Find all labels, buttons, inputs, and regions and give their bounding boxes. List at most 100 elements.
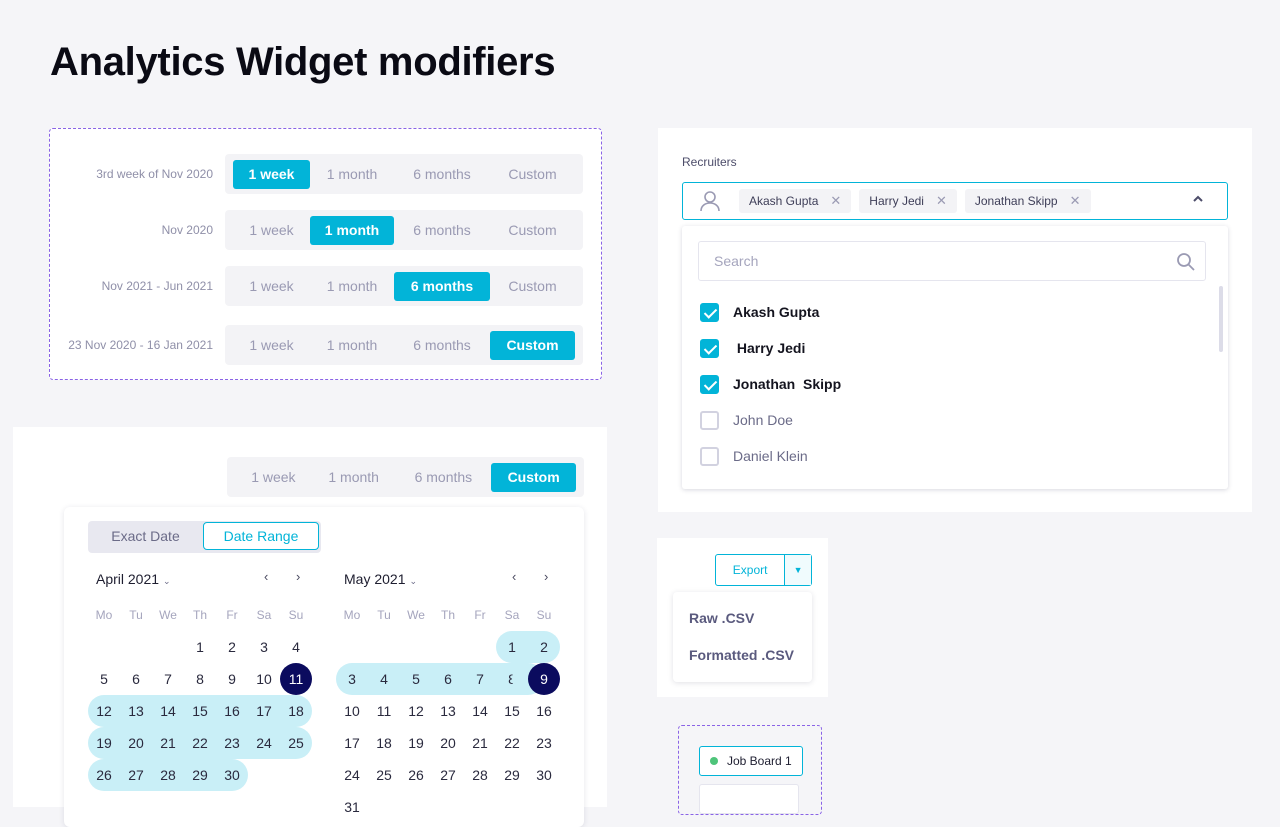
period-option-1-week[interactable]: 1 week bbox=[233, 159, 310, 189]
day-cell[interactable]: 14 bbox=[152, 695, 184, 727]
dropdown-scrollbar[interactable] bbox=[1219, 286, 1223, 352]
day-cell[interactable]: 17 bbox=[248, 695, 280, 727]
day-cell[interactable]: 29 bbox=[496, 759, 528, 791]
day-cell[interactable]: 13 bbox=[120, 695, 152, 727]
recruiter-option[interactable]: John Doe bbox=[700, 410, 793, 430]
day-cell[interactable]: 15 bbox=[184, 695, 216, 727]
next-month-icon[interactable]: › bbox=[296, 569, 300, 584]
day-cell[interactable]: 7 bbox=[152, 663, 184, 695]
day-cell[interactable]: 10 bbox=[336, 695, 368, 727]
period-option-custom[interactable]: Custom bbox=[490, 330, 575, 360]
export-button[interactable]: Export bbox=[716, 555, 784, 585]
period-option-custom[interactable]: Custom bbox=[490, 160, 575, 189]
day-cell[interactable]: 30 bbox=[528, 759, 560, 791]
day-cell[interactable]: 24 bbox=[248, 727, 280, 759]
checkbox[interactable] bbox=[700, 302, 719, 322]
day-cell[interactable]: 19 bbox=[400, 727, 432, 759]
recruiter-option[interactable]: Daniel Klein bbox=[700, 446, 808, 466]
close-icon[interactable]: ✕ bbox=[936, 189, 947, 213]
day-cell[interactable]: 22 bbox=[496, 727, 528, 759]
day-cell[interactable]: 5 bbox=[400, 663, 432, 695]
next-month-icon[interactable]: › bbox=[544, 569, 548, 584]
day-cell[interactable]: 15 bbox=[496, 695, 528, 727]
recruiters-multiselect[interactable]: Akash Gupta ✕ Harry Jedi ✕ Jonathan Skipp ✕ bbox=[682, 182, 1228, 220]
day-cell[interactable]: 1 bbox=[496, 631, 528, 663]
period-option-1-week[interactable]: 1 week bbox=[233, 331, 310, 360]
day-cell[interactable]: 30 bbox=[216, 759, 248, 791]
close-icon[interactable]: ✕ bbox=[1070, 189, 1081, 213]
day-cell[interactable]: 4 bbox=[280, 631, 312, 663]
day-cell[interactable]: 22 bbox=[184, 727, 216, 759]
day-cell[interactable]: 4 bbox=[368, 663, 400, 695]
period-option-1-month[interactable]: 1 month bbox=[310, 160, 394, 189]
period-option-custom[interactable]: Custom bbox=[490, 216, 575, 245]
prev-month-icon[interactable]: ‹ bbox=[264, 569, 268, 584]
day-cell[interactable]: 25 bbox=[280, 727, 312, 759]
period-option-6-months[interactable]: 6 months bbox=[394, 216, 490, 245]
day-cell[interactable]: 20 bbox=[432, 727, 464, 759]
day-cell[interactable]: 28 bbox=[464, 759, 496, 791]
day-cell[interactable]: 19 bbox=[88, 727, 120, 759]
day-cell[interactable]: 7 bbox=[464, 663, 496, 695]
period-option-1-month[interactable]: 1 month bbox=[312, 463, 396, 492]
period-option-1-week[interactable]: 1 week bbox=[233, 216, 310, 245]
period-option-6-months[interactable]: 6 months bbox=[394, 331, 490, 360]
day-cell[interactable]: 3 bbox=[336, 663, 368, 695]
recruiter-option[interactable]: Akash Gupta bbox=[700, 302, 819, 322]
day-cell[interactable]: 8 bbox=[496, 663, 528, 695]
day-cell[interactable]: 11 bbox=[368, 695, 400, 727]
period-option-1-week[interactable]: 1 week bbox=[233, 272, 310, 301]
day-cell[interactable]: 9 bbox=[528, 663, 560, 695]
export-raw-csv[interactable]: Raw .CSV bbox=[689, 610, 754, 626]
day-cell[interactable]: 12 bbox=[400, 695, 432, 727]
day-cell[interactable]: 27 bbox=[432, 759, 464, 791]
checkbox[interactable] bbox=[700, 410, 719, 430]
day-cell[interactable]: 1 bbox=[184, 631, 216, 663]
day-cell[interactable]: 12 bbox=[88, 695, 120, 727]
export-formatted-csv[interactable]: Formatted .CSV bbox=[689, 647, 794, 663]
recruiter-option[interactable]: Harry Jedi bbox=[700, 338, 805, 358]
job-board-chip[interactable]: Job Board 1 bbox=[699, 746, 803, 776]
day-cell[interactable]: 11 bbox=[280, 663, 312, 695]
month-select[interactable]: April 2021 ⌄ bbox=[96, 571, 171, 587]
period-option-6-months[interactable]: 6 months bbox=[396, 463, 492, 492]
day-cell[interactable]: 9 bbox=[216, 663, 248, 695]
day-cell[interactable]: 23 bbox=[216, 727, 248, 759]
day-cell[interactable]: 14 bbox=[464, 695, 496, 727]
exact-date-tab[interactable]: Exact Date bbox=[88, 521, 203, 553]
day-cell[interactable]: 29 bbox=[184, 759, 216, 791]
checkbox[interactable] bbox=[700, 446, 719, 466]
day-cell[interactable]: 26 bbox=[400, 759, 432, 791]
month-select[interactable]: May 2021 ⌄ bbox=[344, 571, 417, 587]
period-option-6-months[interactable]: 6 months bbox=[394, 271, 490, 301]
job-board-chip[interactable] bbox=[699, 784, 799, 814]
day-cell[interactable]: 27 bbox=[120, 759, 152, 791]
day-cell[interactable]: 28 bbox=[152, 759, 184, 791]
day-cell[interactable]: 2 bbox=[216, 631, 248, 663]
search-icon[interactable] bbox=[1176, 252, 1196, 272]
day-cell[interactable]: 21 bbox=[464, 727, 496, 759]
day-cell[interactable]: 3 bbox=[248, 631, 280, 663]
day-cell[interactable]: 20 bbox=[120, 727, 152, 759]
day-cell[interactable]: 21 bbox=[152, 727, 184, 759]
period-option-1-week[interactable]: 1 week bbox=[235, 463, 312, 492]
date-range-tab[interactable]: Date Range bbox=[203, 522, 319, 550]
period-option-1-month[interactable]: 1 month bbox=[310, 215, 394, 245]
day-cell[interactable]: 5 bbox=[88, 663, 120, 695]
recruiter-option[interactable]: Jonathan Skipp bbox=[700, 374, 841, 394]
day-cell[interactable]: 25 bbox=[368, 759, 400, 791]
close-icon[interactable]: ✕ bbox=[830, 189, 841, 213]
day-cell[interactable]: 13 bbox=[432, 695, 464, 727]
day-cell[interactable]: 23 bbox=[528, 727, 560, 759]
period-option-6-months[interactable]: 6 months bbox=[394, 160, 490, 189]
day-cell[interactable]: 17 bbox=[336, 727, 368, 759]
day-cell[interactable]: 24 bbox=[336, 759, 368, 791]
day-cell[interactable]: 6 bbox=[432, 663, 464, 695]
checkbox[interactable] bbox=[700, 374, 719, 394]
day-cell[interactable]: 2 bbox=[528, 631, 560, 663]
day-cell[interactable]: 18 bbox=[368, 727, 400, 759]
period-option-custom[interactable]: Custom bbox=[491, 462, 576, 492]
period-option-custom[interactable]: Custom bbox=[490, 272, 575, 301]
chevron-up-icon[interactable] bbox=[1191, 192, 1205, 206]
day-cell[interactable]: 6 bbox=[120, 663, 152, 695]
